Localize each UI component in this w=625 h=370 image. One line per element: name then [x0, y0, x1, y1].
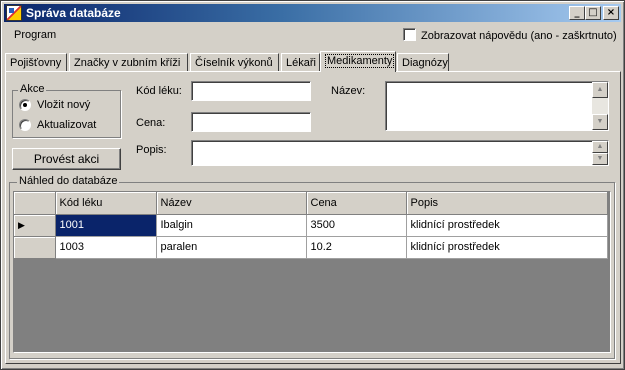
radio-insert-new-label[interactable]: Vložit nový [37, 99, 90, 111]
title-bar[interactable]: Správa databáze _ □ × [4, 4, 621, 22]
tab-ciselnik-vykonu[interactable]: Číselník výkonů [190, 53, 279, 72]
row-header[interactable]: ▶ [14, 214, 56, 237]
name-label: Název: [331, 85, 366, 97]
tab-pojistovny[interactable]: Pojišťovny [5, 53, 67, 72]
code-label: Kód léku: [136, 85, 182, 97]
code-input[interactable] [191, 81, 311, 101]
price-label: Cena: [136, 117, 166, 129]
column-header-code[interactable]: Kód léku [55, 192, 157, 215]
menu-program[interactable]: Program [14, 29, 56, 41]
grid-corner[interactable] [14, 192, 56, 215]
tab-medikamenty[interactable]: Medikamenty [320, 51, 396, 72]
table-row[interactable]: 1003 paralen 10.2 klidnící prostředek [14, 236, 608, 259]
tab-label: Lékaři [286, 57, 316, 69]
maximize-button[interactable]: □ [585, 6, 601, 20]
scroll-up-icon[interactable]: ▲ [592, 82, 608, 98]
grid-table: Kód léku Název Cena Popis ▶ 1001 Ibalgin… [14, 192, 608, 259]
column-header-price[interactable]: Cena [306, 192, 407, 215]
cell-code[interactable]: 1003 [55, 236, 157, 259]
tab-label: Pojišťovny [10, 57, 62, 69]
description-textarea[interactable]: ▲ ▼ [191, 140, 609, 166]
cell-name[interactable]: Ibalgin [156, 214, 307, 237]
minimize-button[interactable]: _ [569, 6, 585, 20]
execute-action-button[interactable]: Provést akci [12, 148, 121, 170]
radio-insert-new[interactable] [19, 99, 31, 111]
tab-label: Číselník výkonů [195, 57, 273, 69]
help-checkbox-label[interactable]: Zobrazovat nápovědu (ano - zaškrtnuto) [421, 30, 617, 42]
tab-label: Diagnózy [402, 57, 448, 69]
row-header[interactable] [14, 236, 56, 259]
cell-code[interactable]: 1001 [55, 214, 157, 237]
description-label: Popis: [136, 144, 167, 156]
main-window: Správa databáze _ □ × Program Zobrazovat… [0, 0, 625, 370]
cell-description[interactable]: klidnící prostředek [406, 236, 608, 259]
cell-price[interactable]: 10.2 [306, 236, 407, 259]
name-scrollbar[interactable]: ▲ ▼ [592, 82, 608, 130]
current-row-icon: ▶ [18, 220, 25, 230]
cell-name[interactable]: paralen [156, 236, 307, 259]
name-textarea[interactable]: ▲ ▼ [385, 81, 609, 131]
radio-update-label[interactable]: Aktualizovat [37, 119, 96, 131]
price-input[interactable] [191, 112, 311, 132]
cell-description[interactable]: klidnící prostředek [406, 214, 608, 237]
tab-strip: Pojišťovny Značky v zubním kříži Číselní… [5, 51, 621, 73]
tab-label: Medikamenty [325, 54, 395, 68]
column-header-description[interactable]: Popis [406, 192, 608, 215]
cell-price[interactable]: 3500 [306, 214, 407, 237]
tab-diagnozy[interactable]: Diagnózy [397, 53, 449, 72]
grid-header-row: Kód léku Název Cena Popis [14, 192, 608, 215]
scroll-down-icon[interactable]: ▼ [592, 153, 608, 165]
description-scrollbar[interactable]: ▲ ▼ [592, 141, 608, 165]
window-title: Správa databáze [26, 6, 121, 20]
table-row[interactable]: ▶ 1001 Ibalgin 3500 klidnící prostředek [14, 214, 608, 237]
app-icon [6, 5, 22, 21]
close-button[interactable]: × [603, 6, 619, 20]
tab-label: Značky v zubním kříži [74, 57, 181, 69]
tab-lekari[interactable]: Lékaři [281, 53, 320, 72]
database-grid[interactable]: Kód léku Název Cena Popis ▶ 1001 Ibalgin… [13, 191, 611, 353]
column-header-name[interactable]: Název [156, 192, 307, 215]
scroll-down-icon[interactable]: ▼ [592, 114, 608, 130]
preview-group-title: Náhled do databáze [17, 175, 120, 187]
radio-update[interactable] [19, 119, 31, 131]
action-group-title: Akce [18, 83, 47, 95]
scroll-up-icon[interactable]: ▲ [592, 141, 608, 153]
help-checkbox[interactable] [403, 28, 416, 41]
tab-znacky[interactable]: Značky v zubním kříži [69, 53, 188, 72]
